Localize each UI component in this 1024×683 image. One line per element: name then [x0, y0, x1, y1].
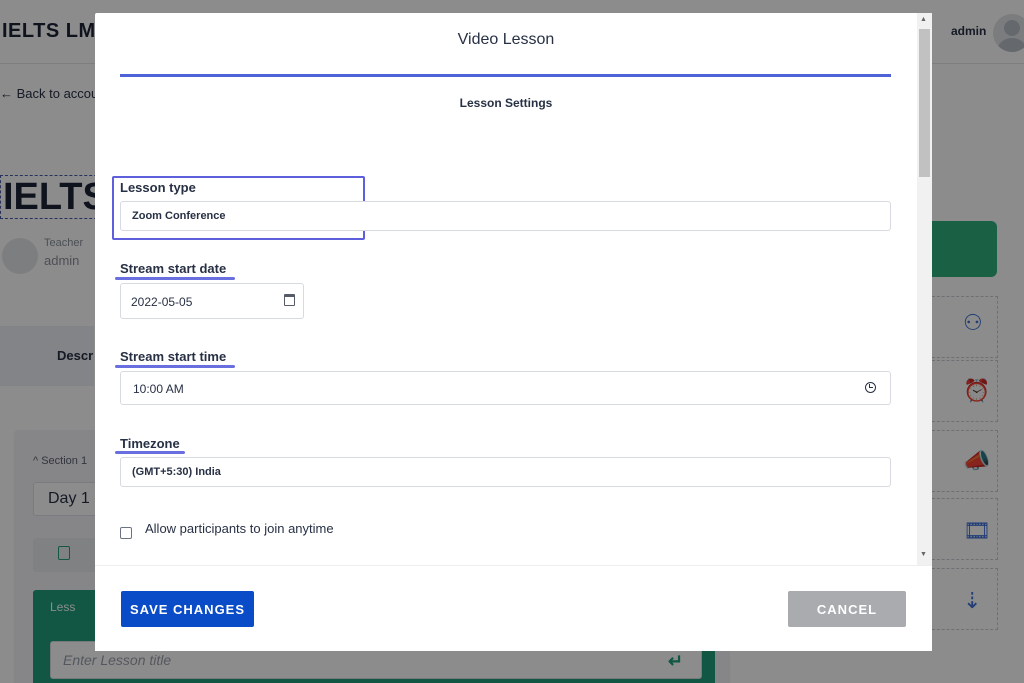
- date-label-underline: [115, 277, 235, 280]
- lesson-type-select[interactable]: Zoom Conference: [120, 201, 891, 231]
- scroll-up-icon[interactable]: ▲: [920, 16, 927, 23]
- timezone-label-underline: [115, 451, 185, 454]
- allow-anytime-label[interactable]: Allow participants to join anytime: [145, 521, 334, 536]
- allow-anytime-checkbox[interactable]: [120, 527, 132, 539]
- stream-start-date-label: Stream start date: [120, 261, 227, 276]
- stream-start-time-label: Stream start time: [120, 349, 227, 364]
- scrollbar-thumb[interactable]: [919, 29, 930, 177]
- cancel-button[interactable]: CANCEL: [788, 591, 906, 627]
- stream-start-date-input[interactable]: 2022-05-05: [120, 283, 304, 319]
- timezone-select[interactable]: (GMT+5:30) India: [120, 457, 891, 487]
- calendar-icon[interactable]: [284, 294, 295, 306]
- modal-footer: SAVE CHANGES CANCEL: [95, 565, 932, 651]
- stream-start-time-input[interactable]: 10:00 AM: [120, 371, 891, 405]
- save-changes-button[interactable]: SAVE CHANGES: [121, 591, 254, 627]
- time-label-underline: [115, 365, 235, 368]
- clock-icon[interactable]: [865, 382, 876, 393]
- modal-title: Video Lesson: [457, 31, 555, 48]
- video-lesson-modal: Video Lesson Lesson Settings Lesson type…: [95, 13, 932, 651]
- section-title: Lesson Settings: [459, 96, 553, 110]
- title-divider: [120, 74, 891, 77]
- timezone-label: Timezone: [120, 436, 180, 451]
- scroll-down-icon[interactable]: ▼: [920, 551, 927, 558]
- lesson-type-label: Lesson type: [120, 180, 196, 195]
